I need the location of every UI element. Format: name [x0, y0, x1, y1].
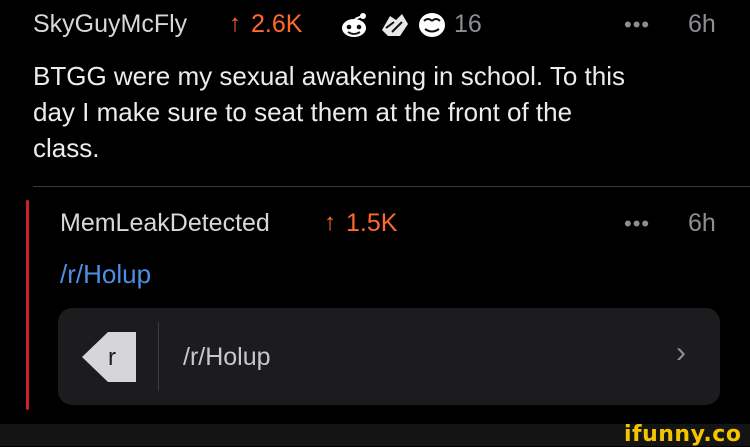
comment-body-line: BTGG were my sexual awakening in school.… [33, 61, 626, 91]
reddit-gold-award-icon[interactable] [338, 10, 374, 40]
reply-username[interactable]: MemLeakDetected [60, 209, 270, 238]
comment-time: 6h [688, 10, 716, 38]
ifunny-watermark: ifunny.co [624, 422, 742, 447]
award-count: 16 [454, 10, 482, 38]
reply-upvote-arrow-icon[interactable]: ↑ [324, 209, 336, 237]
subreddit-tag-icon: r [80, 330, 140, 384]
chevron-right-icon: › [676, 336, 686, 369]
link-card-label: /r/Holup [183, 343, 271, 371]
link-preview-card[interactable]: r /r/Holup › [58, 308, 720, 405]
reply-link[interactable]: /r/Holup [60, 259, 151, 290]
comment-body-line: day I make sure to seat them at the fron… [33, 97, 573, 127]
comment-username[interactable]: SkyGuyMcFly [33, 10, 187, 39]
card-separator [158, 322, 159, 391]
reply-more-icon[interactable]: ••• [624, 211, 650, 237]
reply-score: 1.5K [346, 209, 398, 237]
thread-collapse-line[interactable] [26, 200, 29, 410]
comment-score: 2.6K [251, 10, 303, 38]
comment-divider [33, 186, 750, 187]
comment-body-line: class. [33, 133, 100, 163]
face-award-icon[interactable] [416, 9, 448, 39]
wholesome-seal-award-icon[interactable] [378, 8, 412, 40]
comment-more-icon[interactable]: ••• [624, 12, 650, 38]
reply-time: 6h [688, 209, 716, 237]
upvote-arrow-icon[interactable]: ↑ [229, 10, 241, 38]
subreddit-tag-letter: r [108, 344, 116, 371]
comment-body: BTGG were my sexual awakening in school.… [33, 58, 733, 166]
